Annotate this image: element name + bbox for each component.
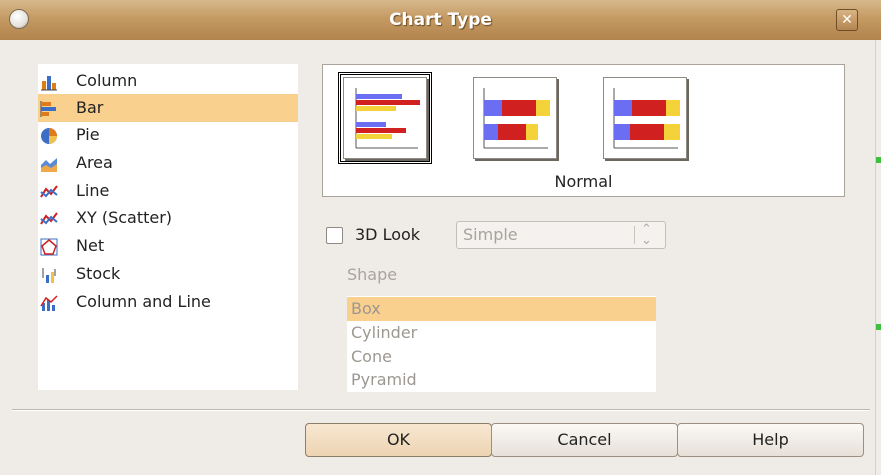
shape-list[interactable]: Box Cylinder Cone Pyramid bbox=[347, 296, 656, 392]
select-separator bbox=[634, 226, 635, 244]
3d-look-label[interactable]: 3D Look bbox=[355, 225, 420, 244]
shape-option-cone[interactable]: Cone bbox=[347, 345, 656, 369]
shape-label: Shape bbox=[347, 265, 398, 284]
chart-type-label: Column bbox=[76, 71, 138, 90]
background-marker bbox=[876, 157, 881, 163]
shape-option-cylinder[interactable]: Cylinder bbox=[347, 321, 656, 345]
stock-chart-icon bbox=[42, 268, 56, 283]
chart-type-net[interactable]: Net bbox=[38, 232, 298, 260]
shape-option-label: Cone bbox=[351, 347, 392, 366]
background-window-edge bbox=[875, 40, 876, 475]
button-divider bbox=[12, 409, 870, 411]
3d-look-checkbox[interactable] bbox=[326, 227, 343, 244]
variant-name-label: Normal bbox=[554, 172, 613, 191]
chart-type-list[interactable]: Column Bar Pie Area Line XY (Scatter) Ne… bbox=[38, 64, 298, 390]
chart-type-label: XY (Scatter) bbox=[76, 208, 173, 227]
column-line-chart-icon bbox=[40, 295, 58, 311]
shape-option-label: Pyramid bbox=[351, 370, 417, 389]
normal-bar-preview-icon bbox=[355, 88, 420, 149]
percent-stacked-bar-variant[interactable] bbox=[603, 77, 687, 159]
chart-type-column-and-line[interactable]: Column and Line bbox=[38, 288, 298, 316]
chart-type-column[interactable]: Column bbox=[38, 67, 298, 95]
chart-type-area[interactable]: Area bbox=[38, 149, 298, 177]
chart-type-label: Area bbox=[76, 153, 113, 172]
chart-type-label: Line bbox=[76, 181, 110, 200]
pie-chart-icon bbox=[41, 128, 57, 144]
spin-arrows-icon: ⌃ ⌄ bbox=[641, 222, 652, 248]
chart-type-line[interactable]: Line bbox=[38, 177, 298, 205]
chart-type-label: Stock bbox=[76, 264, 121, 283]
chart-type-bar[interactable]: Bar bbox=[38, 94, 298, 122]
shape-option-box[interactable]: Box bbox=[347, 297, 656, 321]
chart-type-stock[interactable]: Stock bbox=[38, 260, 298, 288]
cancel-button[interactable]: Cancel bbox=[491, 423, 678, 457]
column-chart-icon bbox=[41, 76, 57, 91]
shape-option-pyramid[interactable]: Pyramid bbox=[347, 368, 656, 392]
3d-scheme-value: Simple bbox=[463, 225, 518, 244]
window-title: Chart Type bbox=[389, 10, 492, 30]
shape-option-label: Box bbox=[351, 299, 381, 318]
area-chart-icon bbox=[41, 158, 57, 172]
variant-frame bbox=[343, 77, 427, 159]
chart-type-label: Bar bbox=[76, 98, 104, 117]
line-chart-icon bbox=[40, 185, 58, 198]
variant-frame bbox=[473, 77, 557, 159]
close-button[interactable]: ✕ bbox=[836, 9, 858, 31]
chart-type-label: Column and Line bbox=[76, 292, 211, 311]
shape-option-label: Cylinder bbox=[351, 323, 418, 342]
help-button[interactable]: Help bbox=[677, 423, 864, 457]
percent-stacked-bar-preview-icon bbox=[613, 88, 680, 149]
stacked-bar-variant[interactable] bbox=[473, 77, 557, 159]
chart-type-xy-scatter[interactable]: XY (Scatter) bbox=[38, 204, 298, 232]
3d-scheme-select[interactable]: Simple ⌃ ⌄ bbox=[456, 221, 666, 249]
chart-type-pie[interactable]: Pie bbox=[38, 121, 298, 149]
background-marker bbox=[876, 324, 881, 330]
chart-type-label: Net bbox=[76, 236, 105, 255]
3d-look-label-text: 3D Look bbox=[355, 225, 421, 244]
net-chart-icon bbox=[40, 238, 58, 256]
ok-button[interactable]: OK bbox=[305, 423, 492, 457]
chart-type-label: Pie bbox=[76, 125, 100, 144]
bar-chart-icon bbox=[40, 101, 56, 117]
variant-frame bbox=[603, 77, 687, 159]
chart-variant-panel: Normal bbox=[322, 64, 845, 197]
scatter-chart-icon bbox=[40, 212, 58, 225]
normal-bar-variant[interactable] bbox=[338, 72, 432, 164]
stacked-bar-preview-icon bbox=[483, 88, 550, 149]
